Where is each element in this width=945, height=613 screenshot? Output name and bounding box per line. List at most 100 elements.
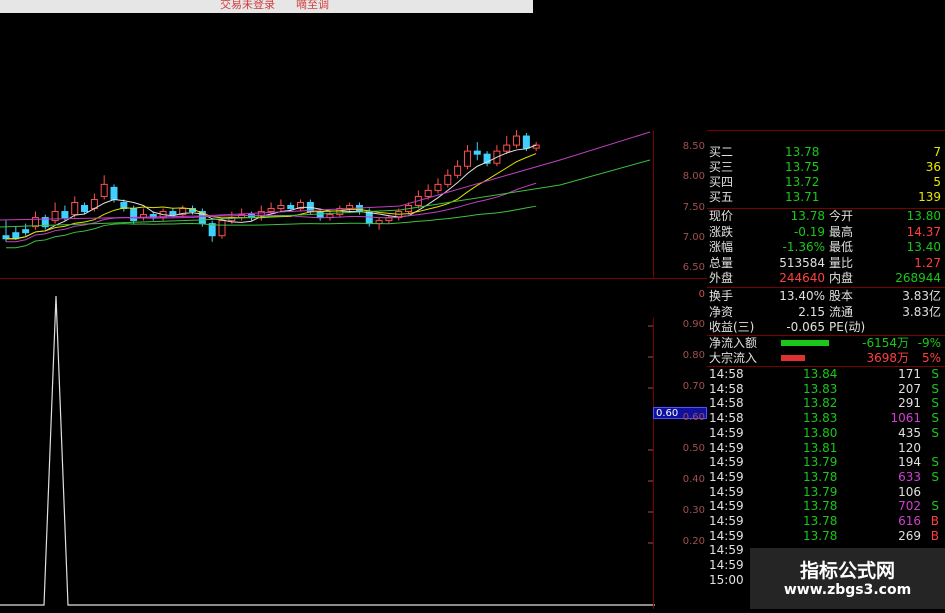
tick-volume: 269 xyxy=(898,528,921,543)
tick-price: 13.79 xyxy=(803,484,838,499)
indicator-tick: 0.50 xyxy=(682,443,705,454)
indicator-tick: 0.20 xyxy=(682,536,705,547)
tick-volume: 435 xyxy=(898,425,921,440)
flow-row: 大宗流入 3698万 5% xyxy=(707,351,945,366)
tick-side: B xyxy=(930,514,939,528)
quote-label: 量比 xyxy=(829,255,854,270)
candle-body xyxy=(287,205,295,210)
tick-side: S xyxy=(931,396,939,411)
tick-side: B xyxy=(930,528,939,543)
quote-label: 总量 xyxy=(709,255,734,270)
candle-body xyxy=(208,223,216,237)
tick-time: 14:58 xyxy=(709,367,744,381)
tick-row: 14:58 13.83 207 S xyxy=(707,382,945,397)
indicator-chart[interactable]: 0.60 xyxy=(0,278,707,609)
flow-row: 净流入额 -6154万 -9% xyxy=(707,336,945,351)
book-volume: 5 xyxy=(933,175,941,189)
tick-time: 14:59 xyxy=(709,440,744,455)
flow-bar xyxy=(781,355,805,361)
tick-price: 13.78 xyxy=(803,499,838,514)
quote-value: 513584 xyxy=(779,255,825,270)
price-tick: 8.00 xyxy=(682,171,705,183)
tick-row: 14:59 13.78 702 S xyxy=(707,499,945,514)
candle-body xyxy=(267,208,275,213)
quote-value: 13.78 xyxy=(790,209,825,223)
fundamentals-row: 净资 2.15 流通 3.83亿 xyxy=(707,305,945,320)
tick-price: 13.83 xyxy=(803,381,838,396)
fund-label: 收益(三) xyxy=(709,320,755,335)
quote-row: 现价 13.78 今开 13.80 xyxy=(707,209,945,224)
candle-body xyxy=(100,183,108,197)
book-price: 13.78 xyxy=(785,145,820,159)
quote-row: 总量 513584 量比 1.27 xyxy=(707,256,945,271)
candle-body xyxy=(454,165,462,176)
tick-time: 15:00 xyxy=(709,572,744,587)
kline-chart[interactable] xyxy=(0,126,655,278)
book-price: 13.71 xyxy=(785,190,820,204)
tick-time: 14:59 xyxy=(709,528,744,543)
fund-value: 13.40% xyxy=(779,289,825,303)
quote-label: 现价 xyxy=(709,209,734,223)
quote-row: 外盘 244640 内盘 268944 xyxy=(707,271,945,286)
indicator-svg xyxy=(0,295,655,606)
indicator-line xyxy=(0,295,655,606)
candle-body xyxy=(71,201,79,216)
price-tick: 6.50 xyxy=(682,261,705,273)
tick-side: S xyxy=(931,367,939,381)
tick-time: 14:59 xyxy=(709,543,744,558)
tick-volume: 291 xyxy=(898,396,921,411)
tick-time: 14:58 xyxy=(709,381,744,396)
tick-volume: 207 xyxy=(898,381,921,396)
tick-time: 14:58 xyxy=(709,411,744,426)
flow-bar xyxy=(781,340,829,346)
indicator-tick: 0.70 xyxy=(682,381,705,392)
tick-price: 13.84 xyxy=(803,367,838,381)
book-volume: 7 xyxy=(933,145,941,159)
quote-label: 涨幅 xyxy=(709,240,734,255)
tick-time: 14:59 xyxy=(709,558,744,573)
indicator-axis xyxy=(653,318,654,609)
title-strip: 交易未登录 嘀至调 xyxy=(0,0,533,13)
price-tick: 8.50 xyxy=(682,141,705,153)
flow-pct: 5% xyxy=(921,351,941,365)
tick-side: S xyxy=(931,425,939,440)
tick-volume: 633 xyxy=(898,469,921,484)
book-volume: 139 xyxy=(918,190,941,204)
tick-volume: 120 xyxy=(898,440,921,455)
tick-row: 14:59 13.78 616 B xyxy=(707,514,945,529)
tick-time: 14:59 xyxy=(709,469,744,484)
kline-axis xyxy=(653,130,654,278)
tick-price: 13.79 xyxy=(803,455,838,470)
tick-row: 14:58 13.82 291 S xyxy=(707,396,945,411)
candle-body xyxy=(424,189,432,197)
indicator-axis-labels: 0.90 0.80 0.70 0.60 0.50 0.40 0.30 0.20 xyxy=(655,278,707,609)
quote-row: 涨跌 -0.19 最高 14.37 xyxy=(707,225,945,240)
candle-body xyxy=(277,205,285,210)
fund-label: 流通 xyxy=(829,304,854,319)
candle-body xyxy=(130,208,138,222)
watermark-title: 指标公式网 xyxy=(799,560,895,582)
title-text: 嘀至调 xyxy=(296,0,329,11)
ma60-line xyxy=(0,159,651,228)
indicator-tick: 0.60 xyxy=(682,412,705,423)
candle-body xyxy=(503,144,511,152)
tick-side: S xyxy=(931,469,939,484)
tick-price: 13.83 xyxy=(803,411,838,426)
tick-volume: 194 xyxy=(898,455,921,470)
tick-side: S xyxy=(931,381,939,396)
tick-volume: 702 xyxy=(898,499,921,514)
tick-time: 14:59 xyxy=(709,425,744,440)
quote-value: 13.40 xyxy=(906,240,941,255)
tick-row: 14:59 13.78 633 S xyxy=(707,470,945,485)
order-book-row: 买二 13.78 7 xyxy=(707,145,945,160)
tick-time: 14:59 xyxy=(709,455,744,470)
quote-value: 268944 xyxy=(895,271,941,286)
flow-value: 3698万 xyxy=(866,351,909,365)
tick-price: 13.80 xyxy=(803,425,838,440)
tick-price: 13.78 xyxy=(803,514,838,528)
flow-pct: -9% xyxy=(917,336,941,350)
book-label: 买五 xyxy=(709,190,734,204)
candle-body xyxy=(473,150,481,155)
tick-volume: 616 xyxy=(898,514,921,528)
candle-body xyxy=(61,211,69,219)
